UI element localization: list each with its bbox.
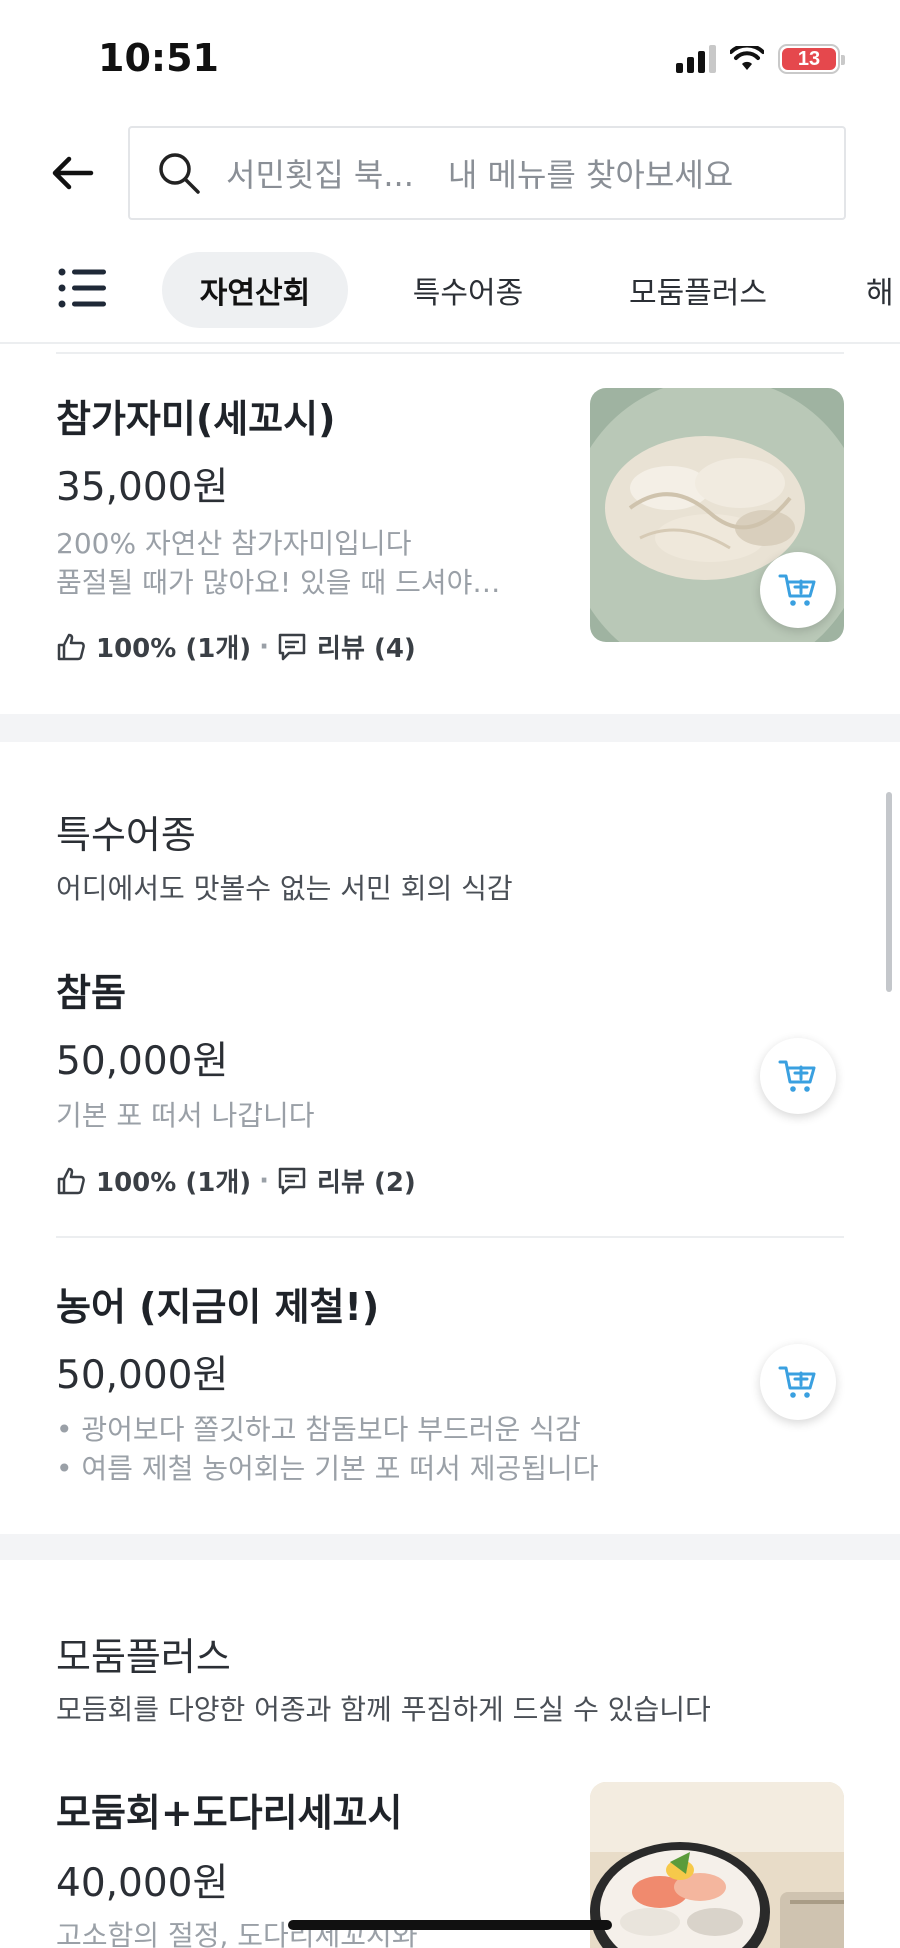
header: 서민횟집 북... 내 메뉴를 찾아보세요	[0, 118, 900, 228]
item-name[interactable]: 참가자미(세꼬시)	[56, 388, 335, 443]
add-to-cart-button[interactable]	[760, 552, 836, 628]
battery-level: 13	[797, 47, 821, 70]
like-rate: 100% (1개)	[96, 634, 252, 664]
top-divider	[56, 352, 844, 354]
section-description: 모듬회를 다양한 어종과 함께 푸짐하게 드실 수 있습니다	[56, 1693, 711, 1726]
search-placeholder: 내 메뉴를 찾아보세요	[447, 156, 734, 194]
item-description: 기본 포 떠서 나갑니다	[56, 1096, 315, 1135]
section-separator	[0, 1534, 900, 1560]
review-count[interactable]: 리뷰 (2)	[317, 1162, 416, 1199]
search-store-name: 서민횟집 북...	[226, 156, 414, 194]
list-menu-icon[interactable]	[58, 267, 108, 309]
item-divider	[56, 1236, 844, 1238]
desc-line: • 여름 제철 농어회는 기본 포 떠서 제공됩니다	[56, 1452, 599, 1485]
cart-plus-icon	[778, 574, 816, 606]
chat-bubble-icon	[278, 633, 306, 660]
battery-icon: 13	[778, 44, 845, 74]
desc-line: 200% 자연산 참가자미입니다	[56, 527, 412, 560]
thumbs-up-icon	[57, 1167, 85, 1194]
wifi-icon	[730, 46, 764, 70]
status-bar: 10:51 13	[0, 0, 900, 118]
cellular-signal-icon	[676, 45, 716, 73]
item-description: • 광어보다 쫄깃하고 참돔보다 부드러운 식감 • 여름 제철 농어회는 기본…	[56, 1410, 599, 1488]
back-button[interactable]	[48, 148, 98, 198]
tab-jayeonsan[interactable]: 자연산회	[162, 252, 348, 328]
add-to-cart-button[interactable]	[760, 1038, 836, 1114]
item-meta: 100% (1개) · 리뷰 (2)	[56, 1162, 416, 1199]
thumbs-up-icon	[57, 633, 85, 660]
item-photo-modum[interactable]	[590, 1782, 844, 1948]
desc-line: 품절될 때가 많아요! 있을 때 드셔야…	[56, 566, 501, 599]
desc-line: • 광어보다 쫄깃하고 참돔보다 부드러운 식감	[56, 1413, 581, 1446]
home-indicator[interactable]	[288, 1920, 612, 1930]
item-price: 50,000원	[56, 1039, 229, 1084]
item-price: 40,000원	[56, 1861, 229, 1906]
like-rate: 100% (1개)	[96, 1168, 252, 1198]
menu-search-input[interactable]: 서민횟집 북... 내 메뉴를 찾아보세요	[128, 126, 846, 220]
status-icons: 13	[676, 44, 845, 74]
search-icon	[159, 153, 200, 194]
item-name[interactable]: 모둠회+도다리세꼬시	[56, 1782, 402, 1837]
cart-plus-icon	[778, 1366, 816, 1398]
item-meta: 100% (1개) · 리뷰 (4)	[56, 628, 416, 665]
tab-next-partial[interactable]: 해	[866, 252, 900, 328]
scrollbar[interactable]	[886, 792, 892, 992]
tab-modum-plus[interactable]: 모둠플러스	[610, 252, 786, 328]
arrow-left-icon	[52, 156, 94, 190]
cart-plus-icon	[778, 1060, 816, 1092]
item-name[interactable]: 농어 (지금이 제철!)	[56, 1276, 379, 1331]
section-title: 모둠플러스	[56, 1635, 231, 1679]
tab-teuksu[interactable]: 특수어종	[392, 252, 544, 328]
status-time: 10:51	[98, 36, 219, 80]
desc-line: 기본 포 떠서 나갑니다	[56, 1099, 315, 1132]
add-to-cart-button[interactable]	[760, 1344, 836, 1420]
item-price: 35,000원	[56, 465, 229, 510]
item-description: 200% 자연산 참가자미입니다 품절될 때가 많아요! 있을 때 드셔야…	[56, 524, 500, 602]
modum-sashimi-image	[590, 1782, 844, 1948]
chat-bubble-icon	[278, 1167, 306, 1194]
category-tabs: 자연산회 특수어종 모둠플러스 해	[0, 244, 900, 344]
section-title: 특수어종	[56, 813, 196, 857]
review-count[interactable]: 리뷰 (4)	[317, 628, 416, 665]
section-description: 어디에서도 맛볼수 없는 서민 회의 식감	[56, 872, 513, 905]
section-separator	[0, 714, 900, 742]
item-name[interactable]: 참돔	[56, 962, 126, 1017]
item-price: 50,000원	[56, 1353, 229, 1398]
